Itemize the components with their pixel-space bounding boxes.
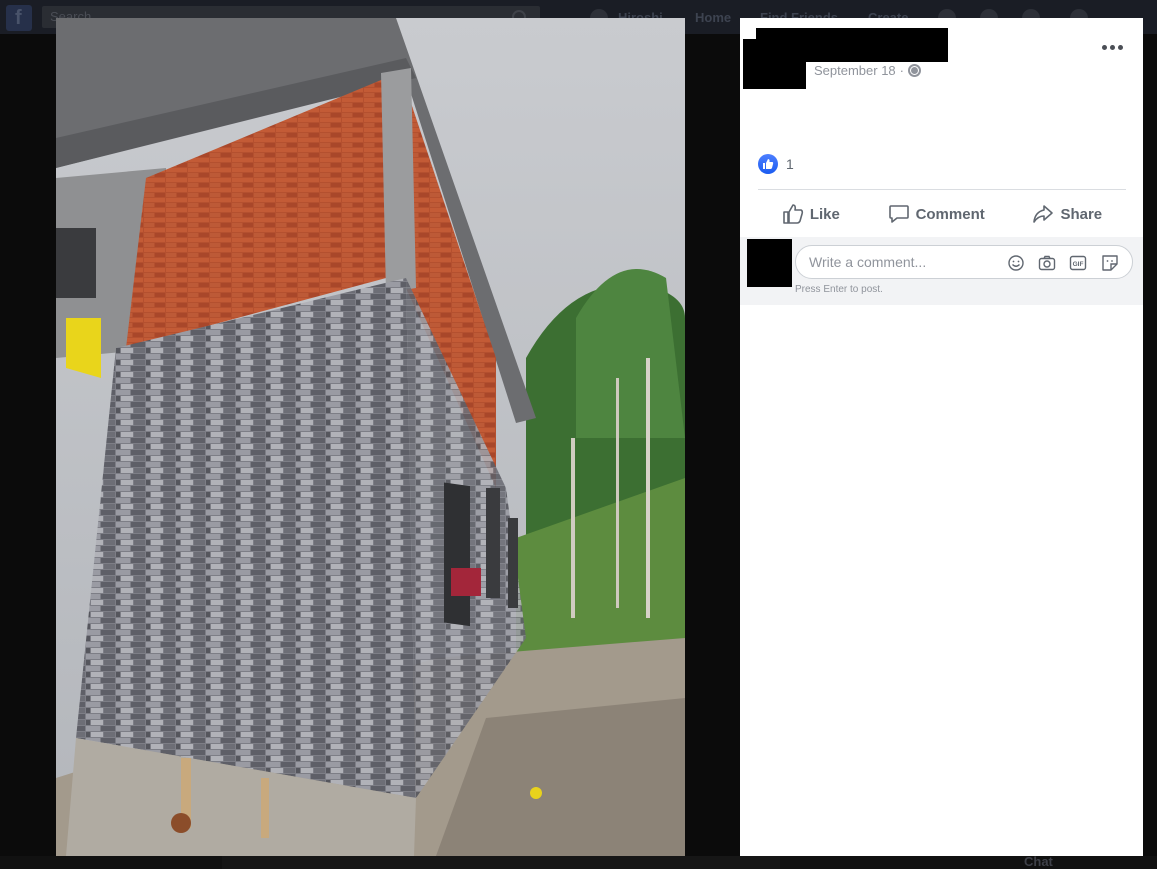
comment-label: Comment — [915, 205, 985, 223]
like-reaction-icon — [758, 154, 778, 174]
share-label: Share — [1060, 205, 1103, 223]
post-photo[interactable] — [56, 18, 685, 856]
thumbs-up-icon — [783, 204, 803, 224]
post-meta: September 18 · — [814, 63, 922, 78]
comment-button[interactable]: Comment — [880, 199, 993, 229]
emoji-icon[interactable] — [1006, 253, 1026, 273]
facebook-logo-icon: f — [6, 5, 32, 31]
post-actions: Like Comment Share — [758, 196, 1126, 232]
background-chat-label: Chat — [1024, 854, 1053, 869]
like-label: Like — [809, 205, 840, 223]
more-options-icon[interactable] — [1102, 40, 1126, 54]
share-button[interactable]: Share — [1024, 199, 1110, 229]
comment-icon — [888, 205, 909, 223]
background-bottom-strip — [222, 856, 780, 869]
nav-home: Home — [695, 10, 732, 25]
comment-box[interactable]: GIF — [795, 245, 1133, 279]
globe-icon[interactable] — [908, 64, 922, 77]
comment-input[interactable] — [809, 246, 999, 278]
camera-icon[interactable] — [1037, 253, 1057, 273]
reactions-summary[interactable]: 1 — [758, 154, 794, 174]
press-enter-hint: Press Enter to post. — [795, 284, 883, 295]
gif-icon[interactable]: GIF — [1068, 253, 1088, 273]
like-button[interactable]: Like — [774, 199, 848, 229]
comment-composer: GIF Press Enter to post. — [740, 237, 1143, 305]
post-details-panel: September 18 · 1 Like Comment Share G — [740, 18, 1143, 856]
divider — [758, 189, 1126, 190]
post-date[interactable]: September 18 — [814, 63, 896, 78]
share-icon — [1033, 205, 1054, 223]
meta-separator: · — [899, 63, 905, 78]
redacted-commenter-avatar — [747, 239, 792, 287]
redacted-author-avatar — [743, 39, 806, 89]
svg-text:GIF: GIF — [1073, 261, 1084, 268]
reaction-count: 1 — [786, 156, 794, 172]
sticker-icon[interactable] — [1100, 253, 1120, 273]
